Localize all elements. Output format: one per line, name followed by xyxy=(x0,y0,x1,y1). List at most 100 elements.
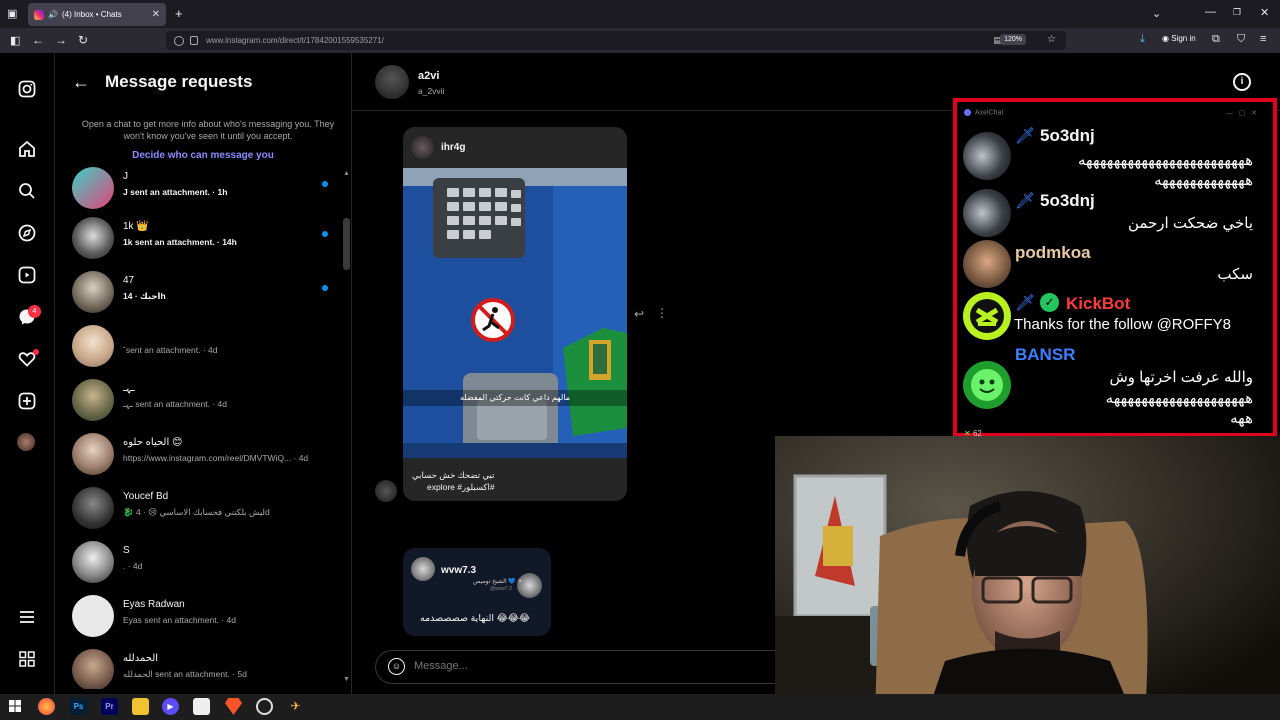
avatar xyxy=(72,271,114,313)
obs-icon[interactable] xyxy=(256,698,273,715)
kickbot-avatar xyxy=(963,292,1011,340)
reply-icon[interactable]: ↩ xyxy=(634,307,644,321)
request-row-j[interactable]: J J sent an attachment. · 1h xyxy=(72,167,334,217)
chatter-avatar xyxy=(963,240,1011,288)
chat-message: ههههههههههههههههههههه xyxy=(1105,390,1253,407)
explore-icon[interactable] xyxy=(17,224,37,244)
request-row-unnamed[interactable]: ˇsent an attachment. · 4d xyxy=(72,325,334,375)
info-icon[interactable]: i xyxy=(1233,73,1251,91)
menu-icon[interactable]: ≡ xyxy=(1260,33,1266,45)
tweet-text: النهاية صصصصدمه 😂😂😂 xyxy=(420,613,530,624)
axelchat-logo-icon xyxy=(964,109,971,116)
signin-button[interactable]: ◉ Sign in xyxy=(1162,34,1196,43)
request-row-10[interactable]: الحمدلله الحمدلله sent an attachment. · … xyxy=(72,649,334,689)
request-preview: الحمدلله sent an attachment. · 5d xyxy=(123,669,247,679)
request-name: ـہـ xyxy=(123,383,135,394)
request-preview: . · 4d xyxy=(123,561,143,571)
chat-message: Thanks for the follow @ROFFY8 xyxy=(1014,316,1231,333)
url-bar[interactable]: www.instagram.com/direct/t/1784200155953… xyxy=(166,31,1066,50)
post-image[interactable] xyxy=(403,168,627,458)
post-author-avatar xyxy=(411,557,435,581)
file-explorer-icon[interactable] xyxy=(132,698,149,715)
reels-icon[interactable] xyxy=(17,266,37,286)
speaker-icon[interactable]: 🔊 xyxy=(48,10,58,19)
home-icon[interactable] xyxy=(17,140,37,160)
sidebar-toggle-icon[interactable]: ◧ xyxy=(10,34,20,47)
search-icon[interactable] xyxy=(17,182,37,202)
message-input[interactable] xyxy=(414,660,714,672)
shield-icon[interactable]: ⛉ xyxy=(1237,33,1245,46)
download-icon[interactable]: ⤓ xyxy=(1140,33,1145,46)
profile-avatar[interactable] xyxy=(17,433,35,451)
tweet-author: الشيخ توميس 💙 ✈ xyxy=(473,579,523,585)
url-text[interactable]: www.instagram.com/direct/t/1784200155953… xyxy=(206,36,384,45)
post-overlay-caption: مالهم داعي كانت حركتي المفضله xyxy=(403,390,627,406)
tab-close-icon[interactable]: ✕ xyxy=(152,9,160,20)
tweet-handle: @wvw7.3 xyxy=(490,586,512,592)
maximize-icon[interactable]: ❐ xyxy=(1233,7,1241,18)
request-preview: احبك · 14h xyxy=(123,291,166,301)
request-row-5[interactable]: ـہـ ـہـ sent an attachment. · 4d xyxy=(72,379,334,429)
taskbar xyxy=(0,694,1280,720)
chevron-down-icon[interactable]: ⌄ xyxy=(1152,7,1161,20)
request-row-youcef[interactable]: Youcef Bd 🐉 ليش بلكتني فحسابك الاساسي 😢 … xyxy=(72,487,334,537)
sword-icon: 🗡 xyxy=(1015,128,1036,145)
request-name: Eyas Radwan xyxy=(123,599,185,610)
avatar xyxy=(72,487,114,529)
request-preview: ˇsent an attachment. · 4d xyxy=(123,345,218,355)
minimize-icon[interactable]: — xyxy=(1205,6,1216,18)
chatter-name: podmkoa xyxy=(1015,243,1091,262)
chat-name[interactable]: a2vi xyxy=(418,70,439,82)
forward-icon[interactable]: → xyxy=(55,33,67,47)
request-preview: 1k sent an attachment. · 14h xyxy=(123,237,237,247)
scroll-down-icon[interactable]: ▼ xyxy=(343,676,350,683)
axelchat-title: AxelChat xyxy=(975,109,1004,117)
new-tab-button[interactable]: + xyxy=(175,6,183,21)
axelchat-titlebar: AxelChat — ▢ ✕ xyxy=(958,109,1273,121)
store-icon[interactable] xyxy=(193,698,210,715)
request-row-1k[interactable]: 1k 👑 1k sent an attachment. · 14h xyxy=(72,217,334,267)
unread-dot xyxy=(322,181,328,187)
emoji-icon[interactable]: ☺ xyxy=(388,658,405,675)
browser-tab[interactable]: 🔊 (4) Inbox • Chats ✕ xyxy=(28,3,166,26)
photoshop-icon[interactable]: Ps xyxy=(70,698,87,715)
message-settings-link[interactable]: Decide who can message you xyxy=(72,150,334,161)
app-icon[interactable]: ✈ xyxy=(287,698,304,715)
unread-dot xyxy=(322,231,328,237)
avatar xyxy=(72,595,114,637)
bookmark-star-icon[interactable]: ☆ xyxy=(1047,34,1056,45)
reload-icon[interactable]: ↻ xyxy=(78,33,88,47)
request-row-47[interactable]: 47 احبك · 14h xyxy=(72,271,334,321)
back-icon[interactable]: ← xyxy=(32,33,44,47)
request-row-eyas[interactable]: Eyas Radwan Eyas sent an attachment. · 4… xyxy=(72,595,334,645)
more-options-icon[interactable]: ⋮ xyxy=(656,306,668,320)
account-icon: ◉ xyxy=(1162,34,1172,43)
chat-avatar[interactable] xyxy=(375,65,409,99)
windows-start-icon[interactable] xyxy=(6,698,23,715)
tab-list-icon[interactable]: ▣ xyxy=(7,7,17,20)
firefox-icon[interactable] xyxy=(38,698,55,715)
post-caption-hashtags: explore #اكسبلور# xyxy=(427,482,495,492)
apps-icon[interactable] xyxy=(17,650,37,670)
instagram-logo-icon[interactable] xyxy=(17,80,37,100)
streamlabs-icon[interactable]: ▶ xyxy=(162,698,179,715)
premiere-icon[interactable]: Pr xyxy=(101,698,118,715)
scroll-up-icon[interactable]: ▲ xyxy=(343,170,350,177)
request-row-s[interactable]: S . · 4d xyxy=(72,541,334,591)
chatter-avatar xyxy=(963,132,1011,180)
more-menu-icon[interactable] xyxy=(17,608,37,628)
close-window-icon[interactable]: ✕ xyxy=(1260,6,1269,19)
window-controls[interactable]: — ▢ ✕ xyxy=(1226,109,1257,117)
scrollbar-thumb[interactable] xyxy=(343,218,350,270)
request-name: J xyxy=(123,171,128,182)
info-circle-icon[interactable] xyxy=(174,35,184,46)
back-arrow-icon[interactable]: ← xyxy=(72,72,90,93)
create-icon[interactable] xyxy=(17,392,37,412)
extensions-icon[interactable]: ⧉ xyxy=(1212,33,1220,46)
zoom-level[interactable]: 120% xyxy=(1000,34,1026,45)
chat-message: ههه xyxy=(1230,410,1253,427)
request-name: 47 xyxy=(123,275,135,286)
avatar xyxy=(72,379,114,421)
request-row-6[interactable]: الحياه حلوه 😊 https://www.instagram.com/… xyxy=(72,433,334,483)
chatter-avatar xyxy=(963,361,1011,409)
